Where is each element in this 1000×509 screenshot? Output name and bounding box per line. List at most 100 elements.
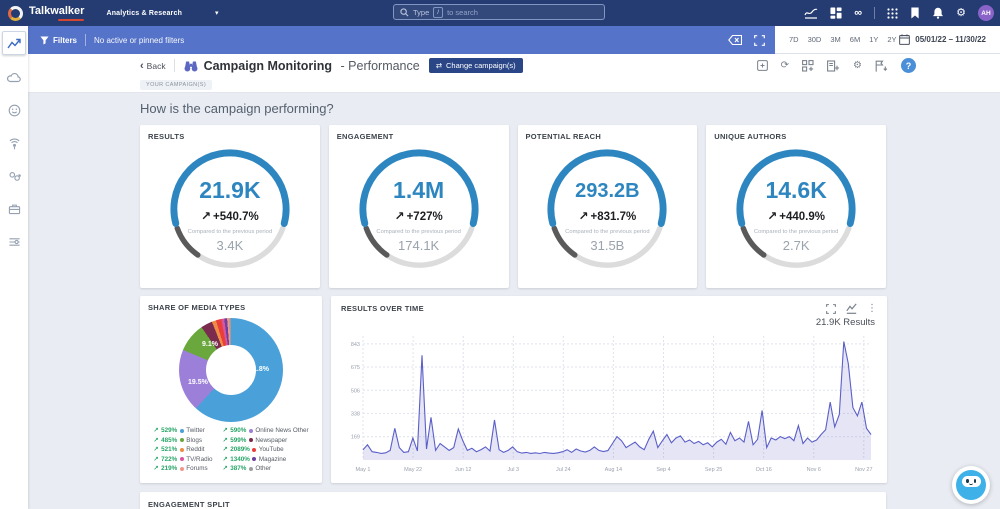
- avatar[interactable]: AH: [978, 5, 994, 21]
- trend-up-icon: ↗: [153, 465, 158, 472]
- sidebar-item-analytics[interactable]: [2, 31, 26, 55]
- duplicate-icon[interactable]: [757, 60, 768, 71]
- kpi-value: 1.4M: [355, 177, 483, 204]
- bookmark-icon[interactable]: [910, 7, 920, 19]
- trend-up-icon: ↗: [223, 446, 228, 453]
- legend-item-reddit[interactable]: ↗521%Reddit: [153, 446, 212, 453]
- legend-item-youtube[interactable]: ↗2089%YouTube: [223, 446, 309, 453]
- legend-dot: [252, 448, 256, 452]
- assistant-chat-button[interactable]: [952, 466, 990, 504]
- sidebar-item-channels[interactable]: [3, 66, 25, 88]
- legend-item-online-news-other[interactable]: ↗590%Online News Other: [223, 427, 309, 434]
- sidebar-item-audience[interactable]: [3, 165, 25, 187]
- kpi-change: ↗+831.7%: [543, 209, 671, 223]
- main-content: ‹ Back Campaign Monitoring - Performance…: [28, 54, 1000, 509]
- svg-text:May 1: May 1: [356, 467, 371, 473]
- gear-icon[interactable]: ⚙: [956, 8, 966, 18]
- filters-button[interactable]: Filters: [40, 36, 77, 45]
- range-3m[interactable]: 3M: [830, 35, 840, 44]
- search-input[interactable]: Type / to search: [393, 4, 605, 20]
- legend-item-forums[interactable]: ↗219%Forums: [153, 465, 212, 472]
- results-over-time-card: RESULTS OVER TIME ⋮ 21.9K Results 169338…: [331, 296, 887, 483]
- kpi-previous-value: 174.1K: [355, 238, 483, 253]
- add-widget-icon[interactable]: [802, 60, 814, 72]
- filter-status-text: No active or pinned filters: [94, 36, 184, 45]
- kpi-compare-text: Compared to the previous period: [732, 229, 860, 235]
- range-6m[interactable]: 6M: [850, 35, 860, 44]
- kpi-change: ↗+727%: [355, 209, 483, 223]
- hide-panel-icon[interactable]: [728, 35, 742, 45]
- range-2y[interactable]: 2Y: [887, 35, 896, 44]
- date-range-picker[interactable]: 05/01/22 – 11/30/22: [899, 34, 986, 45]
- svg-text:Aug 14: Aug 14: [605, 467, 622, 473]
- trend-up-icon: ↗: [223, 437, 228, 444]
- left-sidebar: [0, 26, 28, 509]
- your-campaigns-tag[interactable]: YOUR CAMPAIGN(S): [140, 80, 212, 90]
- expand-icon[interactable]: [826, 304, 836, 314]
- brand-name: Talkwalker: [29, 6, 84, 17]
- date-range-text: 05/01/22 – 11/30/22: [915, 35, 986, 44]
- legend-item-tv-radio[interactable]: ↗722%TV/Radio: [153, 456, 212, 463]
- chevron-left-icon: ‹: [140, 62, 144, 70]
- cloud-icon: [7, 72, 21, 83]
- legend-item-twitter[interactable]: ↗529%Twitter: [153, 427, 212, 434]
- sidebar-item-market-intel[interactable]: [3, 198, 25, 220]
- range-1y[interactable]: 1Y: [869, 35, 878, 44]
- kebab-menu-icon[interactable]: ⋮: [867, 304, 877, 314]
- help-button[interactable]: ?: [901, 58, 916, 73]
- results-line-chart[interactable]: 169338506675843May 1May 22Jun 12Jul 3Jul…: [341, 328, 877, 474]
- search-icon: [400, 8, 409, 17]
- refresh-icon[interactable]: ⟳: [781, 61, 789, 71]
- trend-up-icon: ↗: [223, 456, 228, 463]
- sidebar-item-settings[interactable]: [3, 231, 25, 253]
- sidebar-item-customer-feedback[interactable]: [3, 99, 25, 121]
- kpi-change: ↗+440.9%: [732, 209, 860, 223]
- settings-icon[interactable]: ⚙: [853, 61, 862, 71]
- charts-row: SHARE OF MEDIA TYPES 61.8% 19.5% 9.1% ↗5…: [140, 296, 886, 483]
- filter-bar: Filters No active or pinned filters 7D 30…: [28, 26, 1000, 54]
- range-30d[interactable]: 30D: [808, 35, 822, 44]
- share-of-media-types-card: SHARE OF MEDIA TYPES 61.8% 19.5% 9.1% ↗5…: [140, 296, 322, 483]
- trend-icon[interactable]: [804, 7, 818, 19]
- bell-icon[interactable]: [932, 7, 944, 19]
- range-7d[interactable]: 7D: [789, 35, 799, 44]
- svg-text:Oct 16: Oct 16: [756, 467, 772, 473]
- svg-text:675: 675: [351, 365, 360, 371]
- media-types-title: SHARE OF MEDIA TYPES: [148, 303, 314, 312]
- legend-item-newspaper[interactable]: ↗599%Newspaper: [223, 437, 309, 444]
- flag-export-icon[interactable]: [875, 60, 888, 72]
- page-question-heading: How is the campaign performing?: [140, 101, 886, 116]
- svg-text:Nov 6: Nov 6: [807, 467, 821, 473]
- fullscreen-icon[interactable]: [754, 35, 765, 46]
- kpi-change: ↗+540.7%: [166, 209, 294, 223]
- kpi-compare-text: Compared to the previous period: [543, 229, 671, 235]
- kpi-card-unique-authors: UNIQUE AUTHORS 14.6K ↗+440.9% Compared t…: [706, 125, 886, 288]
- legend-item-other[interactable]: ↗387%Other: [223, 465, 309, 472]
- apps-grid-icon[interactable]: [887, 8, 898, 19]
- legend-dot: [180, 467, 184, 471]
- workspace-selector[interactable]: Analytics & Research ▾: [106, 9, 218, 17]
- briefcase-icon: [8, 203, 21, 215]
- time-ranges: 7D 30D 3M 6M 1Y 2Y: [789, 35, 897, 44]
- media-types-donut[interactable]: 61.8% 19.5% 9.1%: [179, 318, 283, 422]
- smiley-icon: [8, 104, 21, 117]
- legend-item-magazine[interactable]: ↗1340%Magazine: [223, 456, 309, 463]
- talkwalker-logo[interactable]: Talkwalker: [8, 6, 84, 21]
- svg-text:May 22: May 22: [404, 467, 422, 473]
- back-button[interactable]: ‹ Back: [140, 61, 166, 71]
- sidebar-item-influence[interactable]: [3, 132, 25, 154]
- svg-text:Jun 12: Jun 12: [455, 467, 472, 473]
- slice-label-twitter: 61.8%: [249, 366, 269, 373]
- change-campaign-button[interactable]: ⇄ Change campaign(s): [429, 58, 523, 73]
- kpi-label: RESULTS: [148, 132, 312, 141]
- page-title: Campaign Monitoring - Performance: [183, 59, 420, 73]
- export-report-icon[interactable]: [827, 60, 840, 72]
- legend-item-blogs[interactable]: ↗485%Blogs: [153, 437, 212, 444]
- dashboard-icon[interactable]: [830, 7, 842, 19]
- kpi-gauge: 293.2B ↗+831.7% Compared to the previous…: [543, 145, 671, 273]
- infinity-icon[interactable]: ∞: [854, 8, 862, 18]
- page-title-bar: ‹ Back Campaign Monitoring - Performance…: [28, 54, 1000, 77]
- chart-type-icon[interactable]: [846, 303, 857, 314]
- kpi-compare-text: Compared to the previous period: [355, 229, 483, 235]
- engagement-split-card: ENGAGEMENT SPLIT: [140, 492, 886, 509]
